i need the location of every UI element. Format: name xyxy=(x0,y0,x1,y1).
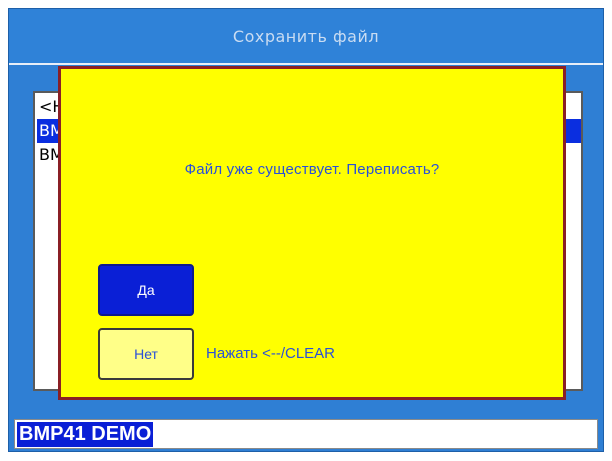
clear-hint: Нажать <--/CLEAR xyxy=(206,345,336,362)
filename-input[interactable]: BMP41 DEMO xyxy=(14,419,598,449)
overwrite-dialog: Файл уже существует. Переписать? Да Нет … xyxy=(58,66,566,400)
no-button-label: Нет xyxy=(134,346,158,362)
title-bar: Сохранить файл xyxy=(9,9,603,65)
no-button[interactable]: Нет xyxy=(98,328,194,380)
yes-button[interactable]: Да xyxy=(98,264,194,316)
screen: Сохранить файл <Н BM BM Файл уже существ… xyxy=(0,0,612,461)
filename-value: BMP41 DEMO xyxy=(17,422,154,447)
window-title: Сохранить файл xyxy=(232,26,380,46)
yes-button-label: Да xyxy=(137,282,155,298)
dialog-message: Файл уже существует. Переписать? xyxy=(184,161,440,178)
